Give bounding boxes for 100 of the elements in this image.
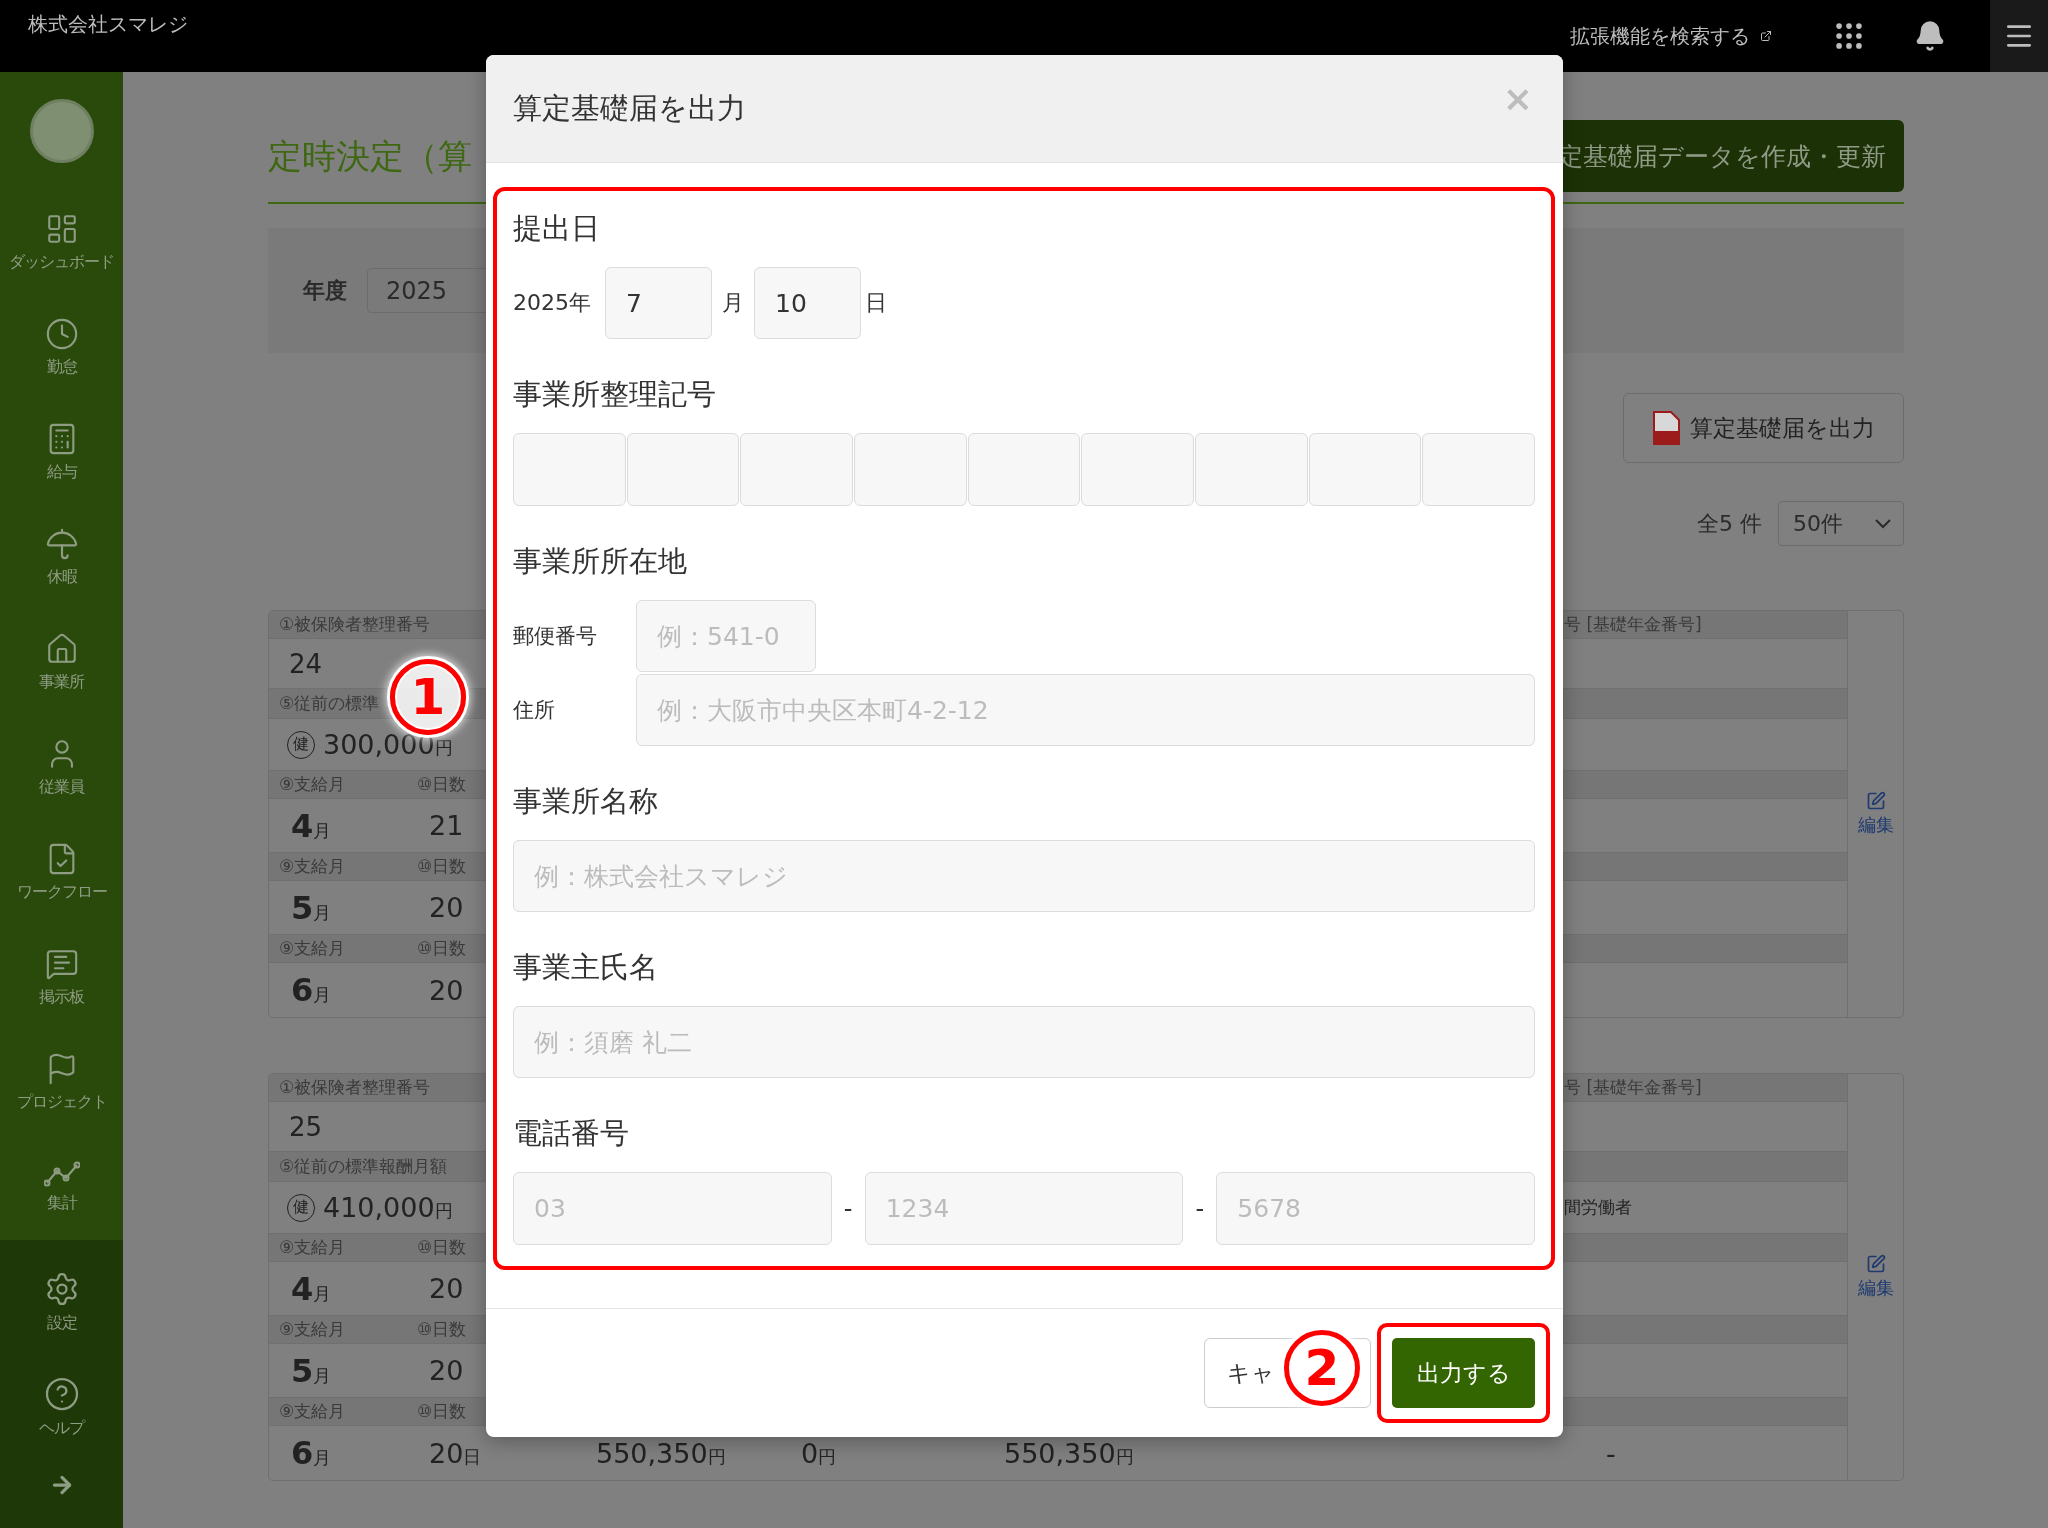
sidebar-item[interactable]: 従業員 bbox=[0, 715, 123, 820]
days-value: 20 bbox=[429, 892, 464, 923]
total-count: 全5 件 bbox=[1697, 509, 1762, 538]
dialog-title: 算定基礎届を出力 bbox=[513, 89, 746, 127]
code-box[interactable] bbox=[967, 433, 1081, 506]
month-unit: 月 bbox=[722, 289, 744, 317]
edit-icon bbox=[1865, 791, 1886, 811]
sidebar-item[interactable]: 掲示板 bbox=[0, 925, 123, 1030]
field-label: 郵便番号 bbox=[513, 623, 598, 650]
field-label: ⑨支給月 bbox=[279, 1236, 346, 1259]
owner-name-field[interactable]: 例：須磨 礼二 bbox=[513, 1006, 1535, 1078]
field-label: ①被保険者整理番号 bbox=[279, 613, 431, 636]
help-icon bbox=[43, 1376, 80, 1412]
field-label: ⑤従前の標準報酬月額 bbox=[279, 1155, 448, 1178]
days-value: 21 bbox=[429, 810, 464, 841]
step-marker: 1 bbox=[390, 659, 466, 735]
edit-icon bbox=[1865, 1254, 1886, 1274]
field-label: ⑩日数 bbox=[417, 937, 467, 960]
bell-icon[interactable] bbox=[1914, 20, 1946, 52]
amount-value: 0円 bbox=[801, 1437, 837, 1469]
month-value: 5月 bbox=[291, 888, 332, 927]
month-field[interactable]: 7 bbox=[605, 267, 712, 339]
code-box[interactable] bbox=[626, 433, 740, 506]
postal-code-field[interactable]: 例：541-0 bbox=[636, 600, 816, 672]
days-value: 20 bbox=[429, 1355, 464, 1386]
field-label: ⑨支給月 bbox=[279, 1318, 346, 1341]
field-value: 410,000円 bbox=[323, 1192, 453, 1223]
office-name-field[interactable]: 例：株式会社スマレジ bbox=[513, 840, 1535, 912]
field-value: 間労働者 bbox=[1564, 1196, 1632, 1219]
code-box[interactable] bbox=[1195, 433, 1308, 506]
sidebar-item[interactable]: 勤怠 bbox=[0, 295, 123, 400]
separator: - bbox=[842, 1194, 854, 1223]
code-box[interactable] bbox=[740, 433, 853, 506]
year-label: 年度 bbox=[303, 276, 347, 305]
clock-icon bbox=[44, 317, 79, 351]
per-page-select[interactable]: 50件 bbox=[1778, 501, 1904, 546]
day-field[interactable]: 10 bbox=[754, 267, 861, 339]
sidebar-item[interactable]: ダッシュボード bbox=[0, 190, 123, 295]
umbrella-icon bbox=[44, 527, 79, 561]
field-label: ⑩日数 bbox=[417, 1400, 467, 1423]
pdf-file-icon bbox=[1652, 411, 1680, 445]
field-label: ⑨支給月 bbox=[279, 855, 346, 878]
section-title: 事業所所在地 bbox=[513, 543, 688, 580]
field-label: ⑩日数 bbox=[417, 855, 467, 878]
month-value: 4月 bbox=[291, 1269, 332, 1308]
sidebar-item[interactable]: ワークフロー bbox=[0, 820, 123, 925]
external-link-icon bbox=[1760, 30, 1772, 42]
code-box[interactable] bbox=[1422, 433, 1536, 506]
field-label: ①被保険者整理番号 bbox=[279, 1076, 431, 1099]
submit-button[interactable]: 出力する bbox=[1392, 1338, 1535, 1408]
code-box[interactable] bbox=[1081, 433, 1195, 506]
section-title: 提出日 bbox=[513, 210, 601, 247]
code-box[interactable] bbox=[1308, 433, 1422, 506]
sidebar-item[interactable]: 給与 bbox=[0, 400, 123, 505]
sidebar-item[interactable]: 設定 bbox=[0, 1250, 123, 1355]
chat-icon bbox=[44, 947, 79, 981]
section-title: 事業所名称 bbox=[513, 783, 659, 820]
sidebar-item[interactable]: 休暇 bbox=[0, 505, 123, 610]
edit-link[interactable]: 編集 bbox=[1847, 611, 1903, 1017]
field-label: 住所 bbox=[513, 697, 556, 724]
phone-field[interactable]: 1234 bbox=[864, 1172, 1184, 1245]
days-value: 20 bbox=[429, 974, 464, 1006]
extension-search-link[interactable]: 拡張機能を検索する bbox=[1570, 22, 1772, 50]
field-label: ⑩日数 bbox=[417, 1236, 467, 1259]
menu-button[interactable] bbox=[1990, 0, 2048, 72]
code-box[interactable] bbox=[513, 433, 626, 506]
code-box[interactable] bbox=[854, 433, 967, 506]
month-value: 4月 bbox=[291, 806, 332, 845]
field-value: - bbox=[1606, 1437, 1616, 1469]
sidebar-item[interactable]: 集計 bbox=[0, 1135, 123, 1240]
field-label: ⑤従前の標準 bbox=[279, 692, 380, 715]
sidebar-item[interactable]: プロジェクト bbox=[0, 1030, 123, 1135]
line-chart-icon bbox=[43, 1161, 80, 1187]
days-value: 20 bbox=[429, 1273, 464, 1304]
export-button[interactable]: 算定基礎届を出力 bbox=[1623, 393, 1904, 463]
sidebar-item[interactable]: ヘルプ bbox=[0, 1355, 123, 1460]
field-label: 号 [基礎年金番号] bbox=[1564, 1076, 1702, 1099]
separator: - bbox=[1194, 1194, 1206, 1223]
edit-link[interactable]: 編集 bbox=[1847, 1074, 1903, 1480]
page-title: 定時決定（算 bbox=[268, 135, 472, 178]
day-unit: 日 bbox=[865, 289, 887, 317]
phone-field[interactable]: 03 bbox=[513, 1172, 832, 1245]
sidebar-item[interactable]: 事業所 bbox=[0, 610, 123, 715]
field-value: 25 bbox=[289, 1111, 323, 1142]
amount-value: 550,350円 bbox=[596, 1437, 726, 1469]
month-value: 6月 bbox=[291, 971, 332, 1009]
section-title: 事業主氏名 bbox=[513, 949, 659, 986]
field-label: ⑩日数 bbox=[417, 1318, 467, 1341]
field-label: ⑨支給月 bbox=[279, 937, 346, 960]
amount-value: 550,350円 bbox=[1004, 1437, 1134, 1469]
field-label: 号 [基礎年金番号] bbox=[1564, 613, 1702, 636]
days-value: 20日 bbox=[429, 1437, 482, 1469]
month-value: 5月 bbox=[291, 1351, 332, 1390]
field-label: ⑩日数 bbox=[417, 773, 467, 796]
section-title: 事業所整理記号 bbox=[513, 376, 717, 413]
field-label: ⑨支給月 bbox=[279, 1400, 346, 1423]
phone-field[interactable]: 5678 bbox=[1216, 1172, 1535, 1245]
address-field[interactable]: 例：大阪市中央区本町4-2-12 bbox=[636, 674, 1535, 746]
field-label: ⑨支給月 bbox=[279, 773, 346, 796]
section-title: 電話番号 bbox=[513, 1115, 630, 1152]
